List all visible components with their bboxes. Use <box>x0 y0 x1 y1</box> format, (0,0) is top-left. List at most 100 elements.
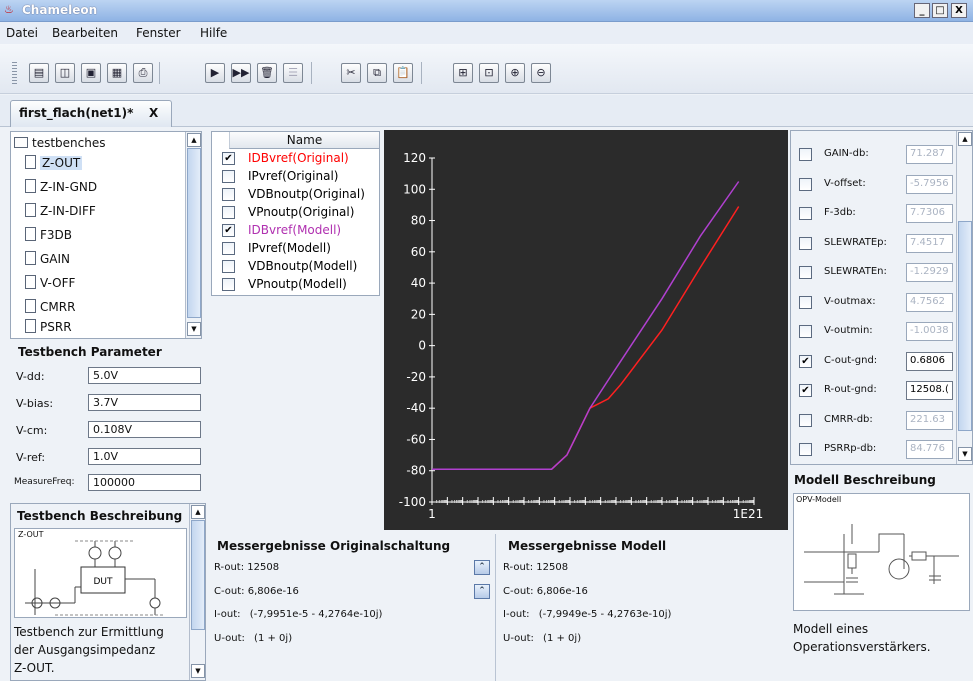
signal-name[interactable]: VDBnoutp(Modell) <box>248 259 357 273</box>
scroll-down-icon[interactable]: ▼ <box>191 664 205 678</box>
toolbar-grip[interactable] <box>12 62 17 84</box>
scroll-thumb[interactable] <box>187 148 201 318</box>
parameter-value-field[interactable]: 4.7562 <box>906 292 953 312</box>
signal-checkbox[interactable] <box>222 242 235 255</box>
transfer-up-icon[interactable]: ⌃ <box>474 560 490 575</box>
signal-checkbox[interactable] <box>222 206 235 219</box>
menu-hilfe[interactable]: Hilfe <box>200 26 227 40</box>
signal-name[interactable]: VPnoutp(Modell) <box>248 277 347 291</box>
y-tick-label: -80 <box>406 464 426 478</box>
parameter-value-field[interactable]: -5.7956 <box>906 174 953 194</box>
save-icon[interactable]: ▣ <box>81 63 101 83</box>
menu-fenster[interactable]: Fenster <box>136 26 181 40</box>
signal-name[interactable]: IPvref(Modell) <box>248 241 331 255</box>
parameter-scrollbar[interactable]: ▲ ▼ <box>956 131 972 464</box>
parameter-value-field[interactable]: 221.63 <box>906 410 953 430</box>
model-description-text: Modell eines Operationsverstärkers. <box>793 622 931 654</box>
signal-checkbox[interactable] <box>222 188 235 201</box>
list-icon[interactable]: ☰ <box>283 63 303 83</box>
menu-datei[interactable]: Datei <box>6 26 38 40</box>
measurefreq-input[interactable]: 100000 <box>88 474 201 491</box>
parameter-checkbox[interactable] <box>799 295 812 309</box>
vdd-input[interactable]: 5.0V <box>88 367 201 384</box>
vcm-input[interactable]: 0.108V <box>88 421 201 438</box>
model-schematic-drawing <box>804 524 959 595</box>
print-icon[interactable]: ⎙ <box>133 63 153 83</box>
signal-checkbox[interactable]: ✔ <box>222 224 235 237</box>
tree-item-psrr[interactable]: PSRR <box>25 317 72 337</box>
parameter-value-field[interactable]: 84.776 <box>906 440 953 459</box>
close-window-button[interactable]: X <box>951 3 967 18</box>
parameter-checkbox[interactable]: ✔ <box>799 384 812 397</box>
signal-name[interactable]: VPnoutp(Original) <box>248 205 354 219</box>
layout-icon[interactable]: ⊞ <box>453 63 473 83</box>
tree-item-z-out[interactable]: Z-OUT <box>25 153 83 173</box>
signal-name[interactable]: IPvref(Original) <box>248 169 338 183</box>
fit-icon[interactable]: ⊡ <box>479 63 499 83</box>
parameter-value-field[interactable]: -1.0038 <box>906 322 953 341</box>
tab-close-button[interactable]: X <box>149 106 158 120</box>
parameter-value-field[interactable]: 71.287 <box>906 145 953 164</box>
cut-icon[interactable]: ✂ <box>341 63 361 83</box>
parameter-checkbox[interactable] <box>799 148 812 161</box>
toolbar-separator <box>421 62 422 84</box>
run-all-icon[interactable]: ▶▶ <box>231 63 251 83</box>
signal-name[interactable]: IDBvref(Modell) <box>248 223 341 237</box>
zoom-in-icon[interactable]: ⊕ <box>505 63 525 83</box>
description-scrollbar[interactable]: ▲ ▼ <box>189 504 205 680</box>
parameter-checkbox[interactable] <box>799 413 812 427</box>
signal-checkbox[interactable] <box>222 278 235 291</box>
tree-item-z-in-diff[interactable]: Z-IN-DIFF <box>25 201 96 221</box>
save-all-icon[interactable]: ▦ <box>107 63 127 83</box>
delete-icon[interactable]: 🗑 <box>257 63 277 83</box>
tree-item-v-off[interactable]: V-OFF <box>25 273 75 293</box>
y-tick-label: 0 <box>418 339 426 353</box>
signal-name[interactable]: IDBvref(Original) <box>248 151 349 165</box>
tree-item-cmrr[interactable]: CMRR <box>25 297 75 317</box>
tree-scrollbar[interactable]: ▲ ▼ <box>185 132 201 338</box>
copy-icon[interactable]: ⧉ <box>367 63 387 83</box>
signal-name[interactable]: VDBnoutp(Original) <box>248 187 365 201</box>
new-document-icon[interactable]: ▤ <box>29 63 49 83</box>
parameter-checkbox[interactable] <box>799 325 812 338</box>
parameter-value-field[interactable]: 7.7306 <box>906 204 953 223</box>
signal-checkbox[interactable]: ✔ <box>222 152 235 165</box>
signal-checkbox[interactable] <box>222 170 235 183</box>
zoom-out-icon[interactable]: ⊖ <box>531 63 551 83</box>
parameter-value-field[interactable]: -1.2929 <box>906 263 953 282</box>
scroll-thumb[interactable] <box>191 520 205 630</box>
scroll-up-icon[interactable]: ▲ <box>191 505 205 519</box>
parameter-checkbox[interactable] <box>799 236 812 250</box>
scroll-up-icon[interactable]: ▲ <box>187 133 201 147</box>
scroll-thumb[interactable] <box>958 221 972 431</box>
parameter-checkbox[interactable] <box>799 443 812 456</box>
paste-icon[interactable]: 📋 <box>393 63 413 83</box>
tree-item-gain[interactable]: GAIN <box>25 249 70 269</box>
parameter-checkbox[interactable] <box>799 207 812 220</box>
parameter-checkbox[interactable] <box>799 177 812 191</box>
scroll-down-icon[interactable]: ▼ <box>187 322 201 336</box>
signal-checkbox[interactable] <box>222 260 235 273</box>
parameter-value-field[interactable]: 7.4517 <box>906 233 953 253</box>
y-tick-label: -60 <box>406 432 426 446</box>
tab-first-flach[interactable]: first_flach(net1)* X <box>10 100 172 127</box>
transfer-up-icon[interactable]: ⌃ <box>474 584 490 599</box>
tree-item-f3db[interactable]: F3DB <box>25 225 72 245</box>
parameter-checkbox[interactable]: ✔ <box>799 354 812 368</box>
tree-item-z-in-gnd[interactable]: Z-IN-GND <box>25 177 97 197</box>
maximize-button[interactable]: □ <box>932 3 948 18</box>
signal-list-header[interactable]: Name <box>229 132 379 149</box>
scroll-down-icon[interactable]: ▼ <box>958 447 972 461</box>
param-label-vbias: V-bias: <box>16 397 54 410</box>
open-icon[interactable]: ◫ <box>55 63 75 83</box>
run-icon[interactable]: ▶ <box>205 63 225 83</box>
parameter-value-field[interactable]: 0.6806 <box>906 351 953 371</box>
minimize-button[interactable]: _ <box>914 3 930 18</box>
parameter-value-field[interactable]: 12508.( <box>906 381 953 400</box>
parameter-checkbox[interactable] <box>799 266 812 279</box>
vbias-input[interactable]: 3.7V <box>88 394 201 411</box>
vref-input[interactable]: 1.0V <box>88 448 201 465</box>
scroll-up-icon[interactable]: ▲ <box>958 132 972 146</box>
menu-bearbeiten[interactable]: Bearbeiten <box>52 26 118 40</box>
tree-root[interactable]: testbenches <box>14 133 106 153</box>
